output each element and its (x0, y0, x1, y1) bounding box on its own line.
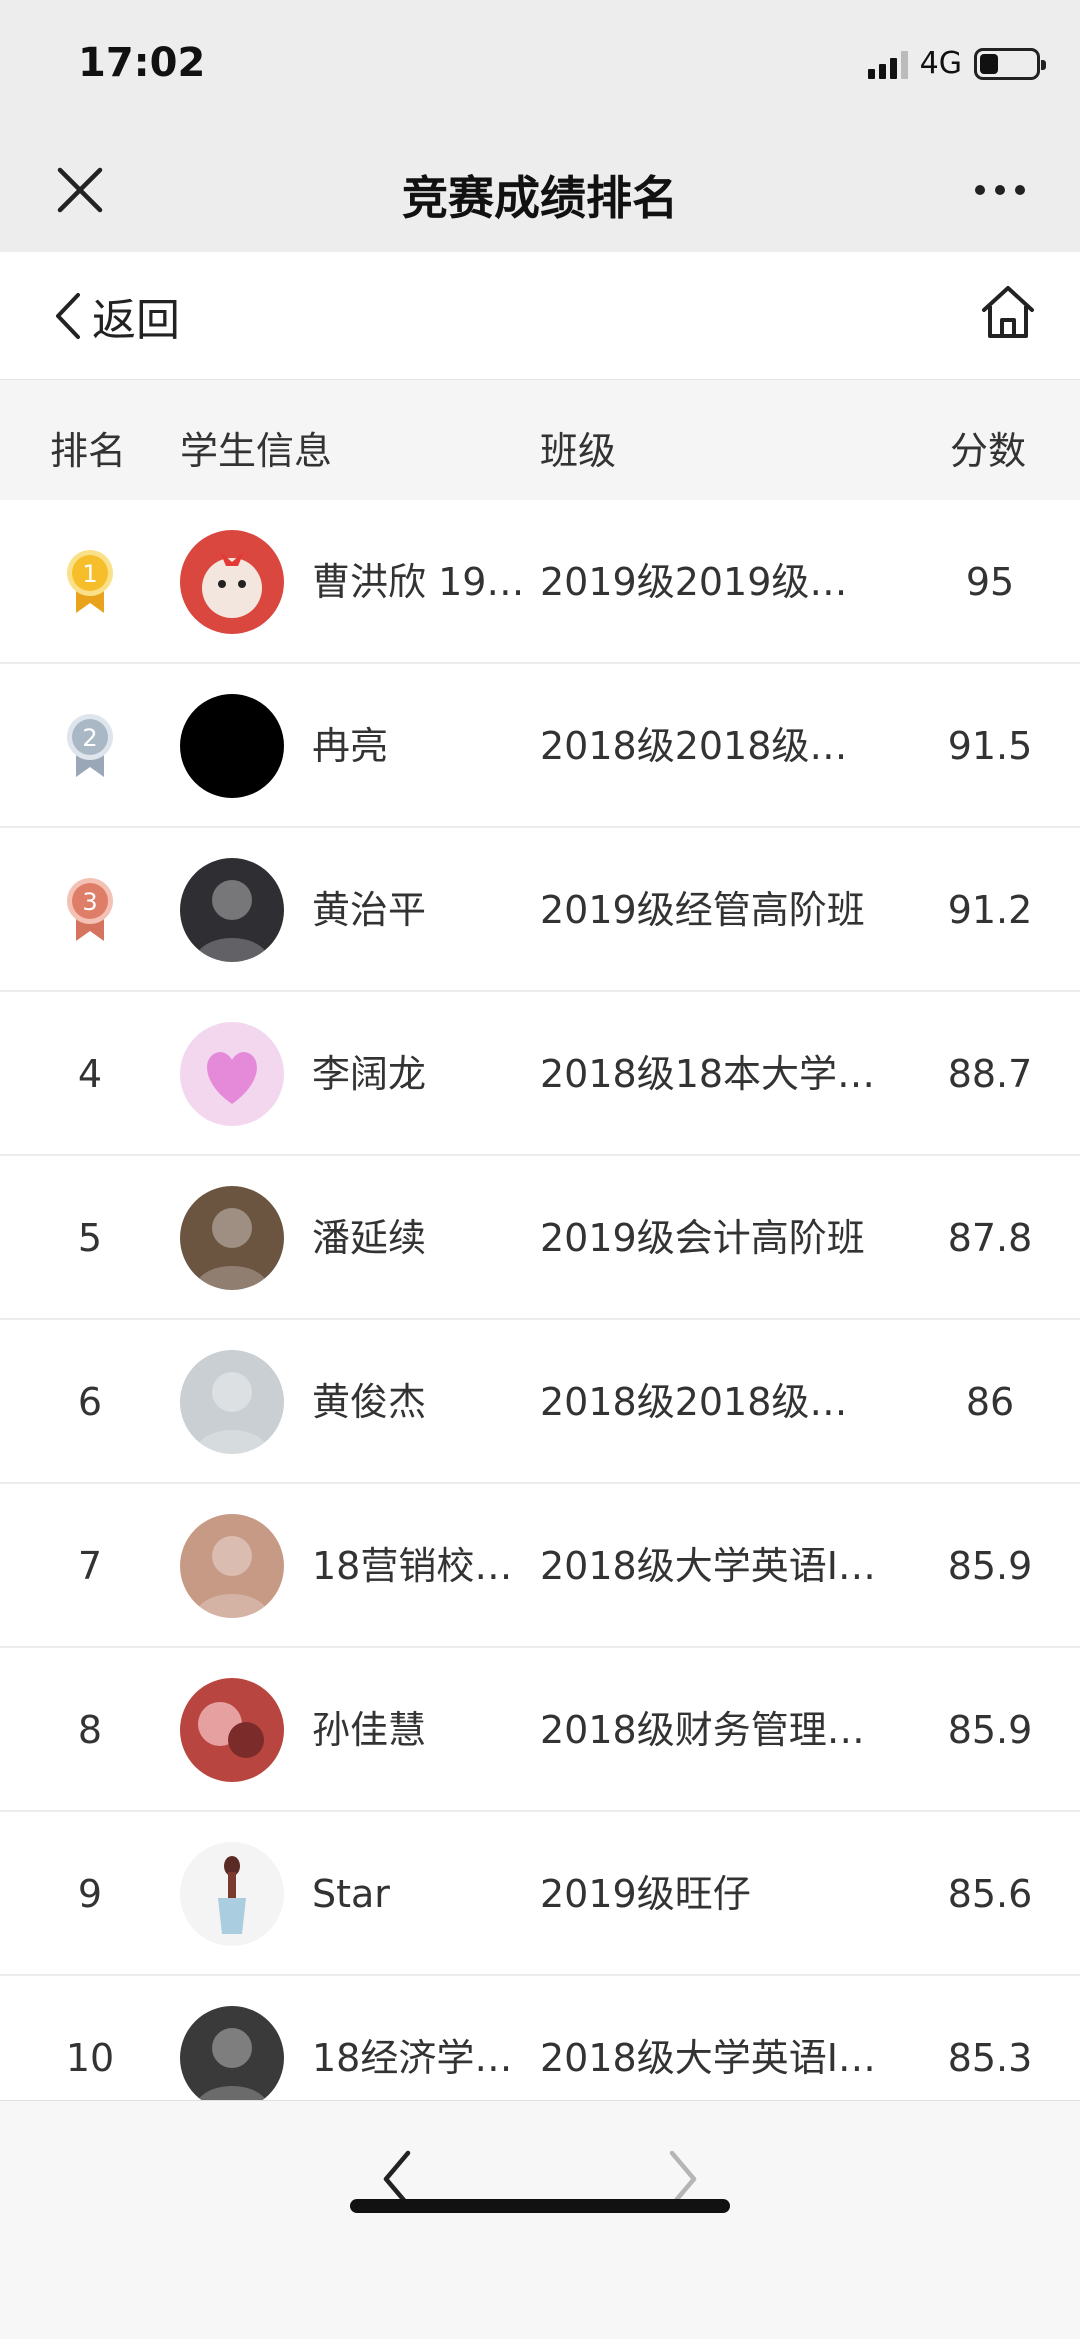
bottom-toolbar (0, 2100, 1080, 2339)
more-dot-icon (975, 185, 985, 195)
signal-icon (867, 49, 908, 79)
home-icon (982, 286, 1034, 338)
home-indicator (350, 2199, 730, 2213)
student-name: 冉亮 (312, 724, 389, 768)
medal-bronze-icon: 3 (0, 828, 180, 992)
score-value: 91.5 (947, 724, 1033, 768)
student-name: 18经济学… (312, 2036, 513, 2080)
rank-number: 4 (77, 1052, 103, 1096)
class-name: 2018级财务管理… (540, 1708, 865, 1752)
more-dot-icon (995, 185, 1005, 195)
status-bar: 17:02 4G (0, 0, 1080, 130)
rank-number: 6 (77, 1380, 103, 1424)
student-name: 曹洪欣 19… (312, 560, 525, 604)
table-row[interactable]: 5 潘延续 2019级会计高阶班 87.8 (0, 1156, 1080, 1320)
avatar (180, 694, 284, 798)
score-value: 85.3 (947, 2036, 1033, 2080)
status-indicators: 4G (867, 46, 1046, 81)
student-name: Star (312, 1872, 390, 1916)
score-value: 85.6 (947, 1872, 1033, 1916)
student-name: 黄俊杰 (312, 1380, 427, 1424)
more-dot-icon (1015, 185, 1025, 195)
avatar (180, 1186, 284, 1290)
class-name: 2018级2018级艺… (540, 1380, 880, 1424)
class-name: 2018级18本大学… (540, 1052, 876, 1096)
back-button[interactable]: 返回 (50, 284, 180, 348)
battery-icon (974, 47, 1046, 80)
class-name: 2018级大学英语I… (540, 1544, 876, 1588)
table-row[interactable]: 10 18经济学… 2018级大学英语I… 85.3 (0, 1976, 1080, 2100)
status-time: 17:02 (78, 40, 206, 86)
avatar (180, 1514, 284, 1618)
score-value: 85.9 (947, 1708, 1033, 1752)
table-row[interactable]: 3 黄治平 2019级经管高阶班 91.2 (0, 828, 1080, 992)
more-button[interactable] (960, 160, 1040, 220)
avatar (180, 2006, 284, 2100)
class-name: 2019级旺仔 (540, 1872, 751, 1916)
back-label: 返回 (92, 295, 180, 346)
svg-text:1: 1 (82, 560, 97, 588)
network-type: 4G (919, 46, 962, 81)
rank-number: 5 (77, 1216, 103, 1260)
column-header-student: 学生信息 (180, 429, 333, 473)
class-name: 2019级会计高阶班 (540, 1216, 865, 1260)
medal-silver-icon: 2 (0, 664, 180, 828)
page-title: 竞赛成绩排名 (402, 171, 678, 225)
table-header: 排名 学生信息 班级 分数 (0, 380, 1080, 500)
student-name: 孙佳慧 (312, 1708, 427, 1752)
avatar (180, 1678, 284, 1782)
score-value: 91.2 (947, 888, 1033, 932)
rank-number: 8 (77, 1708, 103, 1752)
score-value: 88.7 (947, 1052, 1033, 1096)
ranking-list: 1 曹洪欣 19… 2019级2019级环… 95 2 冉亮 2018级2018级艺… 91.… (0, 500, 1080, 2100)
svg-text:2: 2 (82, 724, 97, 752)
rank-number: 7 (77, 1544, 103, 1588)
table-row[interactable]: 9 Star 2019级旺仔 85.6 (0, 1812, 1080, 1976)
table-row[interactable]: 8 孙佳慧 2018级财务管理… 85.9 (0, 1648, 1080, 1812)
avatar (180, 858, 284, 962)
nav-bar: 返回 (0, 252, 1080, 380)
column-header-rank: 排名 (50, 429, 127, 473)
table-row[interactable]: 2 冉亮 2018级2018级艺… 91.5 (0, 664, 1080, 828)
rank-number: 10 (65, 2036, 115, 2080)
student-name: 李阔龙 (312, 1052, 427, 1096)
score-value: 87.8 (947, 1216, 1033, 1260)
title-bar: 竞赛成绩排名 (0, 130, 1080, 252)
avatar (180, 530, 284, 634)
student-name: 18营销校… (312, 1544, 513, 1588)
avatar (180, 1022, 284, 1126)
score-value: 86 (965, 1380, 1015, 1424)
avatar (180, 1842, 284, 1946)
svg-text:3: 3 (82, 888, 97, 916)
score-value: 95 (965, 560, 1015, 604)
table-row[interactable]: 7 18营销校… 2018级大学英语I… 85.9 (0, 1484, 1080, 1648)
student-name: 黄治平 (312, 888, 427, 932)
column-header-class: 班级 (540, 429, 617, 473)
class-name: 2018级大学英语I… (540, 2036, 876, 2080)
class-name: 2019级2019级环… (540, 560, 880, 604)
column-header-score: 分数 (950, 429, 1027, 473)
home-button[interactable] (978, 282, 1038, 342)
table-row[interactable]: 1 曹洪欣 19… 2019级2019级环… 95 (0, 500, 1080, 664)
class-name: 2019级经管高阶班 (540, 888, 865, 932)
rank-number: 9 (77, 1872, 103, 1916)
avatar (180, 1350, 284, 1454)
class-name: 2018级2018级艺… (540, 724, 880, 768)
chevron-left-icon (56, 293, 80, 339)
table-row[interactable]: 6 黄俊杰 2018级2018级艺… 86 (0, 1320, 1080, 1484)
medal-gold-icon: 1 (0, 500, 180, 664)
table-row[interactable]: 4 李阔龙 2018级18本大学… 88.7 (0, 992, 1080, 1156)
student-name: 潘延续 (312, 1216, 427, 1260)
score-value: 85.9 (947, 1544, 1033, 1588)
